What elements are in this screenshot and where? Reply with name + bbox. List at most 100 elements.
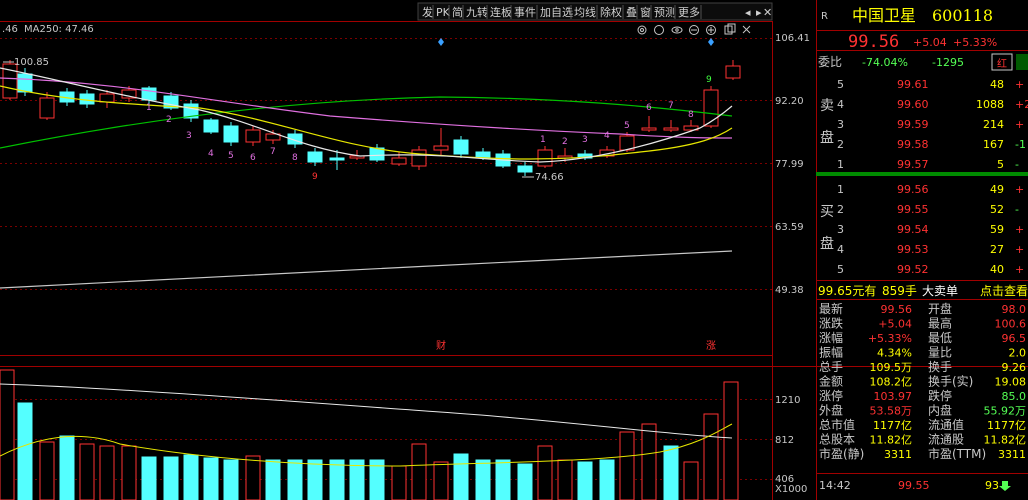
sell-price[interactable]: 99.58	[897, 138, 929, 151]
sell-volume: 1088	[976, 98, 1004, 111]
toolbar-button[interactable]: 事件	[514, 6, 536, 19]
toolbar-button[interactable]: 均线	[574, 5, 596, 19]
stat-value: 19.08	[995, 376, 1027, 389]
seq-label: 9	[312, 172, 318, 182]
candle-up	[391, 157, 407, 165]
toolbar-button[interactable]: 九转	[466, 5, 488, 19]
stat-value: 103.97	[874, 390, 913, 403]
stat-value: 1177亿	[987, 419, 1026, 432]
window-control-button[interactable]: ✕	[763, 6, 772, 19]
stock-chart-window: 发 PK 简九转 连板 事件 加自选 均线 除权叠窗预测 更多 ◂ ▸ ✕ .46 MA250: 47…	[0, 0, 1028, 500]
buy-price[interactable]: 99.53	[897, 243, 929, 256]
sell-price[interactable]: 99.57	[897, 158, 929, 171]
eye-icon[interactable]	[671, 26, 683, 34]
buy-price[interactable]: 99.56	[897, 183, 929, 196]
toolbar-button[interactable]: 连板	[490, 5, 512, 19]
candle-up	[99, 93, 115, 103]
close-indicator-icon[interactable]	[742, 25, 751, 34]
buy-side-label: 盘	[820, 235, 834, 252]
volume-bar-up	[703, 413, 719, 500]
candle-up	[725, 65, 741, 79]
buy-level: 3	[837, 223, 844, 236]
stat-label: 总市值	[819, 417, 855, 432]
low-price-label: 74.66	[535, 172, 564, 183]
stat-label: 换手(实)	[928, 374, 973, 389]
stat-value: 2.0	[1009, 347, 1027, 360]
candle-down	[223, 125, 239, 143]
candle-down	[453, 139, 469, 155]
toolbar-button[interactable]: 预测	[654, 6, 676, 19]
price-gridlines	[0, 38, 772, 480]
buy-price[interactable]: 99.55	[897, 203, 929, 216]
toolbar-button[interactable]: 加自选	[540, 6, 573, 19]
toolbar-button[interactable]: 窗	[640, 5, 651, 19]
stat-label: 跌停	[928, 388, 952, 403]
toolbar-button[interactable]: 简	[452, 5, 463, 19]
zhang-marker[interactable]: 涨	[706, 340, 716, 352]
volume-bar-up	[641, 423, 657, 500]
buy-price[interactable]: 99.54	[897, 223, 929, 236]
sell-price[interactable]: 99.59	[897, 118, 929, 131]
sell-side-label: 卖	[820, 98, 834, 114]
price-tick-label: 77.99	[775, 159, 804, 170]
stat-value: 4.34%	[877, 347, 912, 360]
copy-icon[interactable]	[724, 23, 736, 35]
toolbar-button[interactable]: 发	[422, 5, 433, 19]
toolbar-button[interactable]: 更多	[678, 5, 700, 19]
candle-up	[245, 129, 261, 143]
event-diamond-icon[interactable]	[438, 38, 444, 46]
volume-bar-up	[0, 369, 15, 500]
event-diamond-icon[interactable]	[708, 38, 714, 46]
sell-level: 1	[837, 158, 844, 171]
view-details-link[interactable]: 点击查看	[980, 284, 1028, 298]
down-arrow-icon	[999, 481, 1011, 491]
toolbar-button[interactable]: PK	[436, 6, 451, 19]
sell-price[interactable]: 99.60	[897, 98, 929, 111]
buy-orders: 买盘 1 99.56 49 +2 99.55 52 - 3 99.54 59 +4 99.53 27 +5 9…	[820, 183, 1024, 276]
minus-icon[interactable]	[689, 25, 699, 35]
volume-bar-down	[223, 459, 239, 500]
buy-volume: 59	[990, 223, 1004, 236]
volume-bar-down	[599, 459, 615, 500]
window-control-button[interactable]: ◂	[745, 6, 751, 19]
stat-label: 涨幅	[819, 330, 843, 345]
trade-price: 99.65元有	[818, 284, 876, 298]
order-ratio-button[interactable]	[1016, 54, 1028, 70]
current-price: 99.56	[848, 32, 899, 52]
seq-label: 6	[250, 153, 256, 163]
toolbar-button[interactable]: 叠	[626, 6, 637, 19]
volume-bar-up	[537, 445, 553, 500]
sell-volume: 48	[990, 78, 1004, 91]
stats-table: 最新 99.56 开盘 98.0 涨跌 +5.04 最高 100.6 涨幅 +5.33% 最低 96.…	[819, 301, 1026, 461]
sell-volume: 167	[983, 138, 1004, 151]
buy-change: -	[1015, 203, 1019, 216]
stat-label: 市盈(静)	[819, 446, 864, 461]
sell-price[interactable]: 99.61	[897, 78, 929, 91]
buy-price[interactable]: 99.52	[897, 263, 929, 276]
seq-label: 7	[668, 101, 674, 111]
candle-up	[641, 127, 657, 131]
volume-bar-down	[663, 445, 679, 500]
toolbar-button[interactable]: 除权	[600, 5, 622, 19]
settings-icon[interactable]	[637, 25, 647, 35]
seq-label: 5	[228, 151, 234, 161]
candle-down	[17, 73, 33, 93]
volume-tick-label: 812	[775, 435, 794, 446]
stat-value: +5.33%	[868, 332, 912, 345]
volume-bar-down	[495, 459, 511, 500]
seq-label: 3	[582, 135, 588, 145]
plus-icon[interactable]	[706, 25, 716, 35]
volume-bar-up	[121, 445, 137, 500]
order-ratio-button-label: 红	[997, 57, 1007, 70]
low-annotation: 74.66	[522, 172, 564, 183]
cai-marker[interactable]: 财	[436, 339, 446, 352]
help-icon[interactable]	[654, 25, 664, 35]
window-control-button[interactable]: ▸	[756, 6, 762, 19]
seq-label: 4	[208, 149, 214, 159]
ma250-label: MA250: 47.46	[24, 24, 94, 35]
stat-value: 11.82亿	[984, 434, 1027, 447]
candle-up	[537, 149, 553, 167]
buy-level: 2	[837, 203, 844, 216]
stat-value: 9.26	[1002, 361, 1027, 374]
price-tick-label: 92.20	[775, 96, 804, 107]
